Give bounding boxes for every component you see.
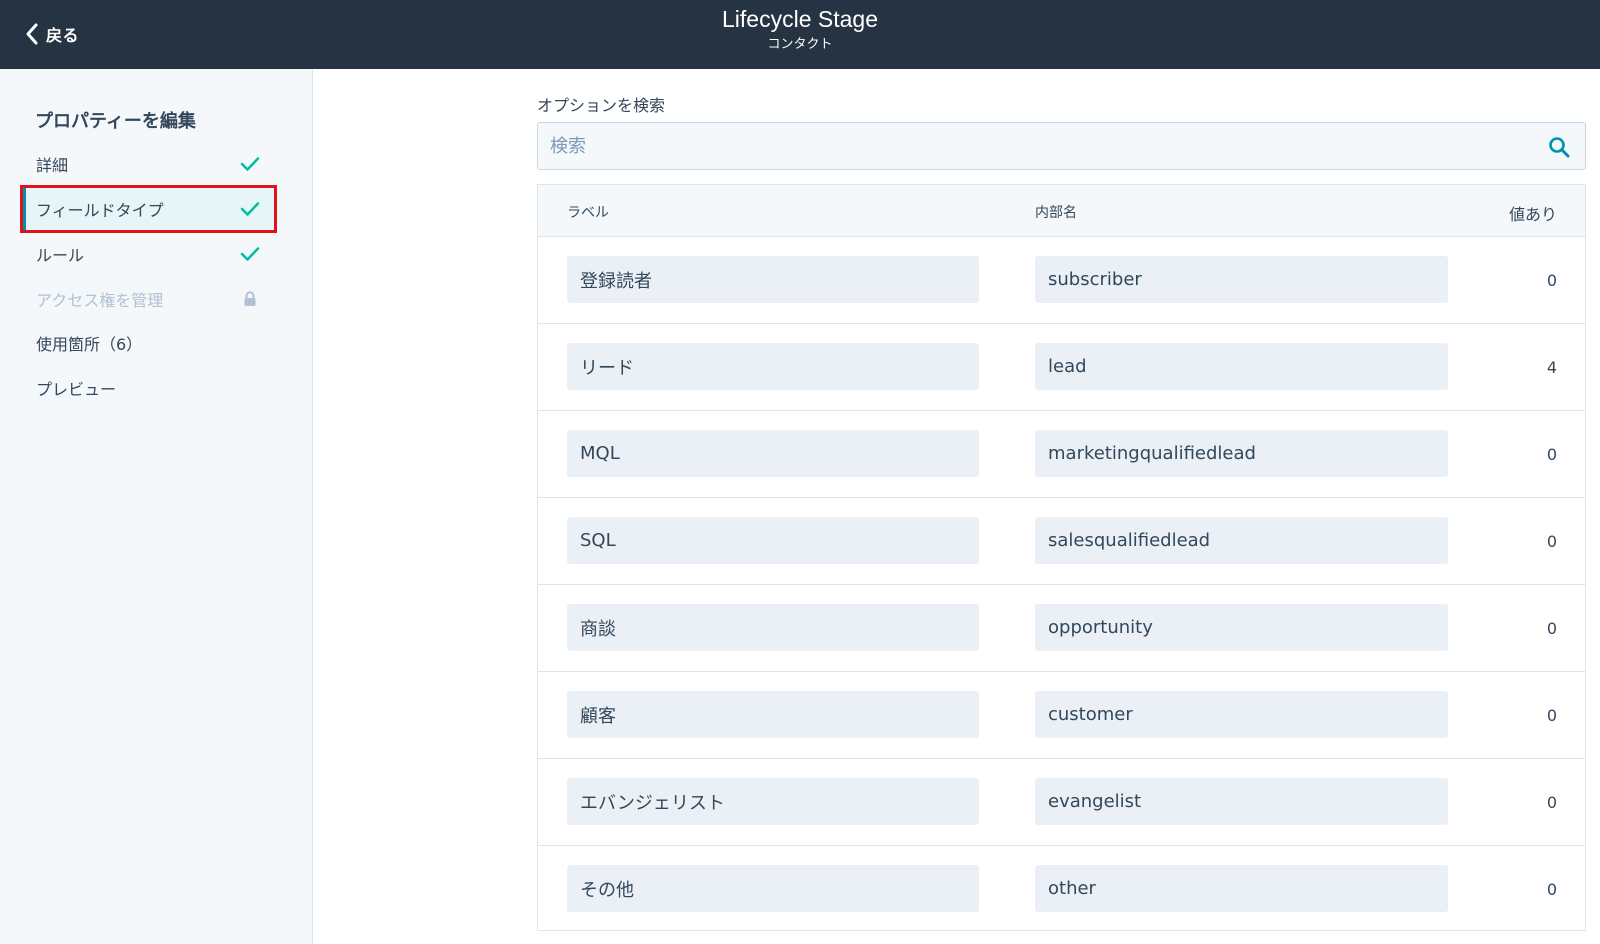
option-label-field[interactable]: MQL: [567, 430, 979, 477]
column-header-count: 値あり: [1508, 205, 1557, 224]
option-internal-name-field[interactable]: lead: [1035, 343, 1448, 390]
check-icon: [239, 243, 261, 265]
option-label-field[interactable]: リード: [567, 343, 979, 390]
top-header: 戻る Lifecycle Stage コンタクト: [0, 0, 1600, 69]
sidebar-item-rules[interactable]: ルール: [22, 232, 275, 276]
chevron-left-icon: [26, 23, 38, 45]
sidebar-item-label: プレビュー: [36, 380, 117, 399]
sidebar-item-access: アクセス権を管理: [22, 277, 275, 321]
check-icon: [239, 198, 261, 220]
table-row: 登録読者 subscriber 0: [538, 237, 1585, 324]
page-subtitle: コンタクト: [767, 37, 833, 52]
option-count: 0: [1546, 271, 1557, 290]
lock-icon: [239, 288, 261, 310]
option-label-field[interactable]: 顧客: [567, 691, 979, 738]
column-header-label: ラベル: [567, 205, 609, 221]
table-row: 商談 opportunity 0: [538, 585, 1585, 672]
column-header-internal-name: 内部名: [1035, 205, 1077, 221]
option-label-field[interactable]: エバンジェリスト: [567, 778, 979, 825]
back-label: 戻る: [46, 26, 80, 45]
table-row: リード lead 4: [538, 324, 1585, 411]
option-internal-name-field[interactable]: opportunity: [1035, 604, 1448, 651]
table-row: MQL marketingqualifiedlead 0: [538, 411, 1585, 498]
table-row: エバンジェリスト evangelist 0: [538, 759, 1585, 846]
page-title: Lifecycle Stage: [722, 6, 878, 32]
table-row: SQL salesqualifiedlead 0: [538, 498, 1585, 585]
option-count: 0: [1546, 619, 1557, 638]
table-row: その他 other 0: [538, 846, 1585, 933]
sidebar: プロパティーを編集 詳細 フィールドタイプ ルール アクセス権を管理 使用箇所（…: [0, 69, 313, 944]
option-internal-name-field[interactable]: customer: [1035, 691, 1448, 738]
back-button[interactable]: 戻る: [24, 20, 79, 48]
option-internal-name-field[interactable]: salesqualifiedlead: [1035, 517, 1448, 564]
option-count: 0: [1546, 445, 1557, 464]
search-icon[interactable]: [1547, 135, 1571, 159]
table-row: 顧客 customer 0: [538, 672, 1585, 759]
option-internal-name-field[interactable]: evangelist: [1035, 778, 1448, 825]
search-input[interactable]: [538, 123, 1585, 169]
sidebar-item-preview[interactable]: プレビュー: [22, 366, 275, 410]
check-icon: [239, 153, 261, 175]
sidebar-item-label: ルール: [36, 246, 85, 265]
sidebar-heading: プロパティーを編集: [35, 111, 196, 132]
table-header: ラベル 内部名 値あり: [538, 185, 1585, 237]
sidebar-item-label: 使用箇所（6）: [36, 335, 143, 354]
search-label: オプションを検索: [537, 96, 666, 115]
sidebar-item-field-type[interactable]: フィールドタイプ: [20, 185, 277, 233]
option-label-field[interactable]: SQL: [567, 517, 979, 564]
search-box: [537, 122, 1586, 170]
option-label-field[interactable]: その他: [567, 865, 979, 912]
option-count: 0: [1546, 793, 1557, 812]
sidebar-item-label: 詳細: [36, 156, 69, 175]
option-internal-name-field[interactable]: other: [1035, 865, 1448, 912]
sidebar-item-details[interactable]: 詳細: [22, 142, 275, 186]
option-count: 4: [1546, 358, 1557, 377]
header-title-group: Lifecycle Stage コンタクト: [600, 4, 1000, 54]
option-count: 0: [1546, 706, 1557, 725]
option-count: 0: [1546, 880, 1557, 899]
option-label-field[interactable]: 登録読者: [567, 256, 979, 303]
option-count: 0: [1546, 532, 1557, 551]
option-internal-name-field[interactable]: marketingqualifiedlead: [1035, 430, 1448, 477]
option-internal-name-field[interactable]: subscriber: [1035, 256, 1448, 303]
sidebar-item-label: アクセス権を管理: [36, 291, 164, 310]
sidebar-item-label: フィールドタイプ: [36, 201, 164, 220]
options-table: ラベル 内部名 値あり 登録読者 subscriber 0 リード lead 4…: [537, 184, 1586, 931]
sidebar-item-usage[interactable]: 使用箇所（6）: [22, 321, 275, 365]
option-label-field[interactable]: 商談: [567, 604, 979, 651]
